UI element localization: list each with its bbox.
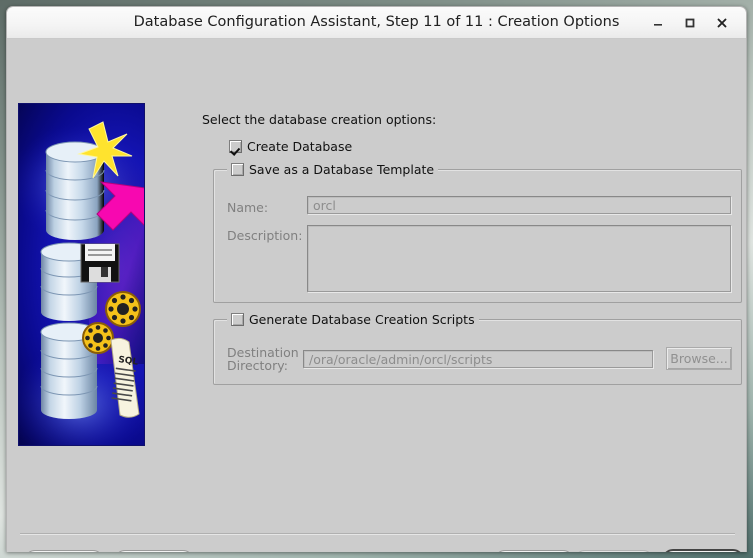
maximize-icon[interactable] bbox=[680, 13, 700, 33]
minimize-icon[interactable] bbox=[648, 13, 668, 33]
destination-directory-label-line2: Directory: bbox=[227, 358, 288, 373]
wizard-banner-image: SQL bbox=[18, 103, 145, 446]
window-title: Database Configuration Assistant, Step 1… bbox=[133, 14, 620, 30]
finish-button[interactable]: Finish bbox=[662, 549, 744, 552]
cancel-button[interactable]: Cancel bbox=[24, 550, 104, 552]
help-button[interactable]: Help bbox=[114, 550, 194, 552]
intro-label: Select the database creation options: bbox=[202, 112, 437, 127]
footer-separator bbox=[20, 533, 735, 535]
title-bar: Database Configuration Assistant, Step 1… bbox=[7, 7, 746, 39]
template-description-input[interactable] bbox=[307, 225, 731, 292]
back-button[interactable]: « Back bbox=[494, 550, 574, 552]
database-illustration-icon: SQL bbox=[19, 121, 144, 445]
save-as-template-label: Save as a Database Template bbox=[249, 162, 435, 177]
template-name-label: Name: bbox=[227, 200, 269, 215]
generate-scripts-checkbox[interactable]: Generate Database Creation Scripts bbox=[227, 312, 479, 327]
create-database-label: Create Database bbox=[247, 139, 353, 154]
close-icon[interactable] bbox=[712, 13, 732, 33]
template-name-input[interactable]: orcl bbox=[307, 196, 731, 214]
dialog-content: SQL Select the database creation options… bbox=[7, 39, 746, 552]
generate-scripts-label: Generate Database Creation Scripts bbox=[249, 312, 475, 327]
browse-button[interactable]: Browse... bbox=[666, 347, 732, 370]
template-description-label: Description: bbox=[227, 228, 303, 243]
save-as-template-checkbox[interactable]: Save as a Database Template bbox=[227, 162, 439, 177]
destination-directory-input[interactable]: /ora/oracle/admin/orcl/scripts bbox=[303, 350, 653, 368]
checkbox-box-icon bbox=[231, 313, 244, 326]
checkbox-box-icon bbox=[229, 140, 242, 153]
dialog-window: Database Configuration Assistant, Step 1… bbox=[6, 6, 747, 552]
create-database-checkbox[interactable]: Create Database bbox=[229, 139, 352, 154]
next-button[interactable]: Next » bbox=[574, 550, 654, 552]
checkbox-box-icon bbox=[231, 163, 244, 176]
floppy-disk-icon bbox=[80, 243, 120, 283]
